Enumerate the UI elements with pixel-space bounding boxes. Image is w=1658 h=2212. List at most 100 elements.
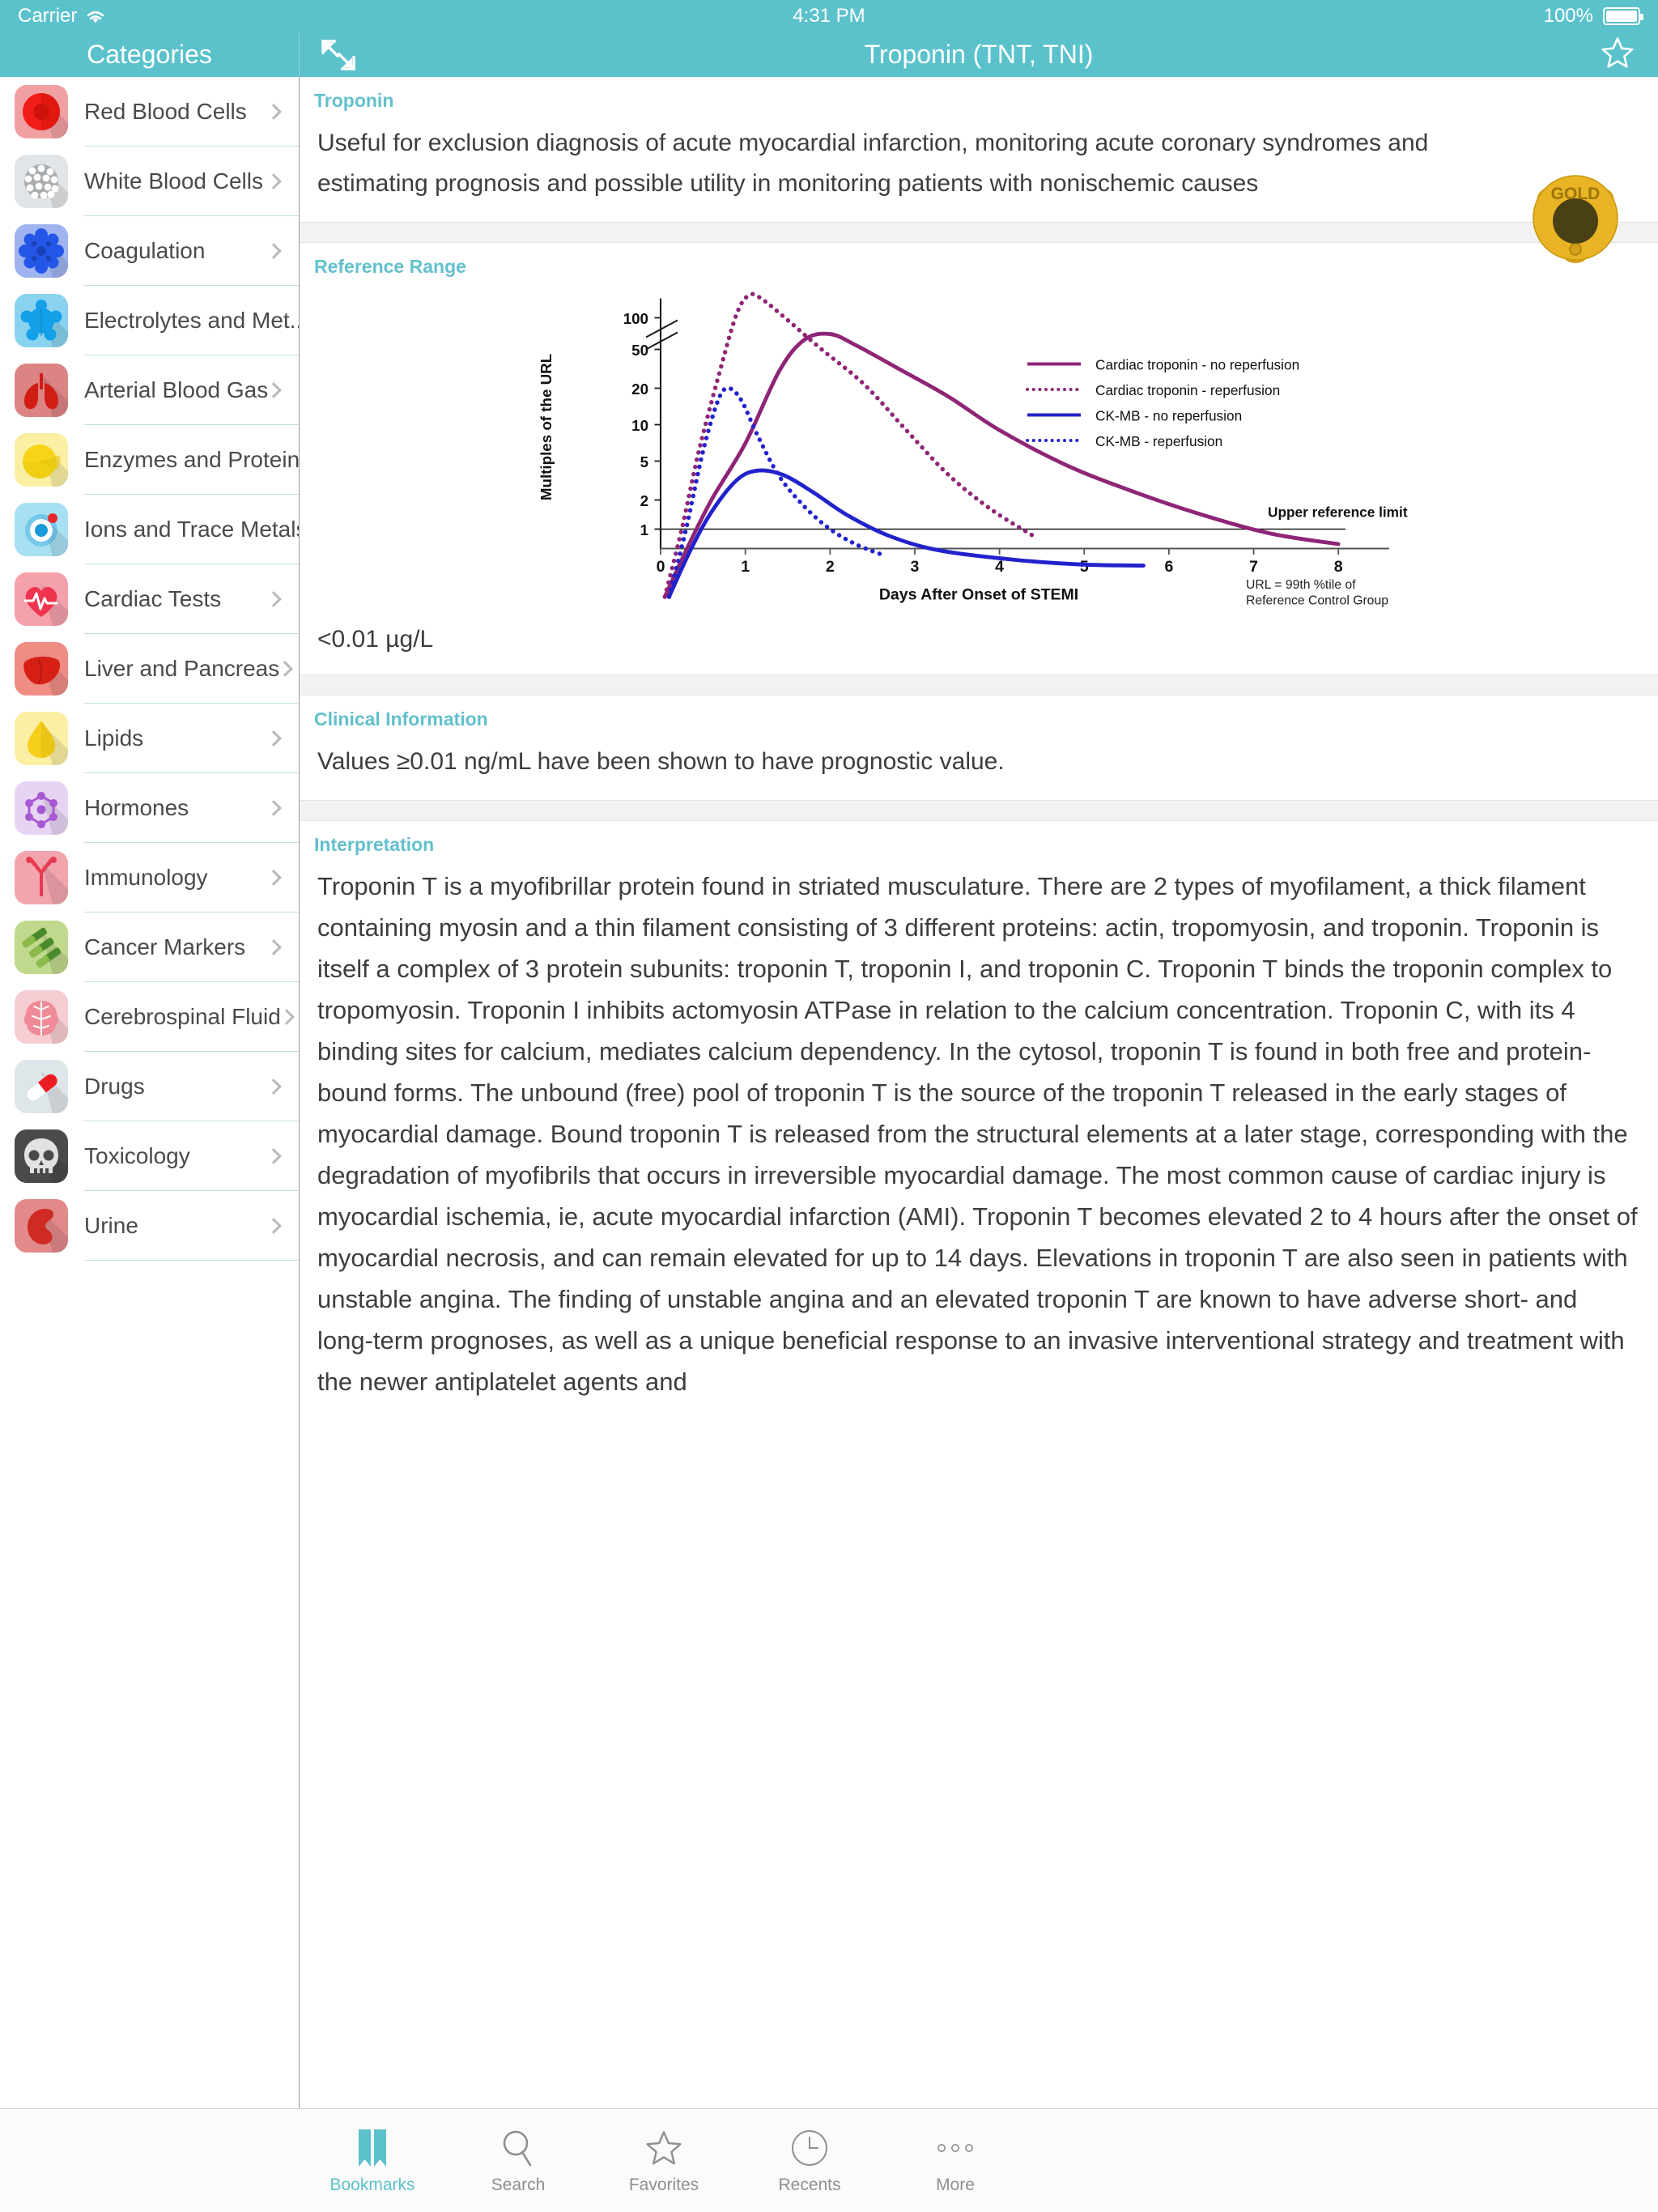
red-blood-cell-icon <box>15 85 68 138</box>
ions-icon <box>15 503 68 556</box>
sidebar-item-ions-and-trace-metals[interactable]: Ions and Trace Metals <box>0 495 299 564</box>
sidebar-item-content: Enzymes and Proteins <box>84 425 300 495</box>
sidebar-item-label: Coagulation <box>84 237 206 263</box>
hormones-icon <box>15 781 68 835</box>
sidebar-item-content: Cancer Markers <box>84 912 299 982</box>
section-clinical-information: Clinical Information Values ≥0.01 ng/mL … <box>300 696 1658 800</box>
sidebar-item-liver-and-pancreas[interactable]: Liver and Pancreas <box>0 634 299 704</box>
sidebar-item-arterial-blood-gas[interactable]: Arterial Blood Gas <box>0 355 299 425</box>
sidebar-item-label: Electrolytes and Met... <box>84 307 300 333</box>
enzymes-icon <box>15 433 68 487</box>
app-root: Carrier 4:31 PM 100% Categories Troponin… <box>0 0 1658 2212</box>
sidebar-item-content: Cerebrospinal Fluid <box>84 982 299 1052</box>
chevron-right-icon <box>266 103 282 120</box>
chevron-right-icon <box>266 938 282 955</box>
svg-text:5: 5 <box>1080 558 1089 576</box>
tab-favorites[interactable]: Favorites <box>591 2127 737 2195</box>
tab-label: Favorites <box>628 2175 699 2194</box>
sidebar-item-label: Immunology <box>84 864 208 890</box>
bookmarks-icon <box>356 2127 389 2169</box>
tab-search[interactable]: Search <box>445 2127 591 2195</box>
skull-icon <box>15 1129 68 1183</box>
sidebar-item-cardiac-tests[interactable]: Cardiac Tests <box>0 564 299 634</box>
sidebar-item-label: Cancer Markers <box>84 934 246 959</box>
section-troponin: Troponin Useful for exclusion diagnosis … <box>300 77 1658 222</box>
sidebar-item-electrolytes-and-met[interactable]: Electrolytes and Met... <box>0 286 299 355</box>
sidebar-item-content: Lipids <box>84 704 299 773</box>
sidebar-item-label: Cerebrospinal Fluid <box>84 1003 281 1029</box>
star-icon <box>644 2127 683 2169</box>
sidebar-item-coagulation[interactable]: Coagulation <box>0 216 299 286</box>
sidebar-item-label: Drugs <box>84 1073 145 1099</box>
section-body: Values ≥0.01 ng/mL have been shown to ha… <box>300 737 1658 800</box>
section-heading: Reference Range <box>314 256 466 277</box>
sidebar-item-content: Urine <box>84 1191 299 1261</box>
sidebar-item-cerebrospinal-fluid[interactable]: Cerebrospinal Fluid <box>0 982 299 1052</box>
search-icon <box>500 2127 537 2169</box>
svg-text:Cardiac troponin - no reperfus: Cardiac troponin - no reperfusion <box>1095 356 1299 372</box>
battery-full-icon <box>1603 7 1643 25</box>
sidebar-item-label: Toxicology <box>84 1142 190 1168</box>
section-heading: Interpretation <box>314 834 435 855</box>
section-divider <box>300 674 1658 696</box>
svg-text:URL = 99th %tile of: URL = 99th %tile of <box>1246 578 1356 592</box>
sidebar-item-label: Hormones <box>84 794 189 820</box>
sidebar-item-red-blood-cells[interactable]: Red Blood Cells <box>0 77 299 147</box>
gold-medal-icon: GOLD <box>1527 172 1624 263</box>
chevron-right-icon <box>266 381 283 398</box>
sidebar-item-urine[interactable]: Urine <box>0 1191 299 1261</box>
section-heading: Clinical Information <box>314 708 488 730</box>
tab-recents[interactable]: Recents <box>737 2127 882 2195</box>
svg-text:Reference Control Group: Reference Control Group <box>1246 594 1388 608</box>
white-blood-cell-icon <box>15 155 68 208</box>
chevron-right-icon <box>266 1217 282 1234</box>
chevron-right-icon <box>266 1147 282 1164</box>
star-outline-icon[interactable] <box>1600 35 1635 74</box>
sidebar-item-label: Lipids <box>84 725 144 751</box>
sidebar-item-label: Enzymes and Proteins <box>84 446 300 472</box>
chevron-right-icon <box>278 1008 295 1025</box>
chevron-right-icon <box>266 730 282 747</box>
tab-label: More <box>936 2175 975 2194</box>
kidney-icon <box>15 1199 68 1253</box>
sidebar-item-label: Urine <box>84 1212 138 1238</box>
svg-text:CK-MB - reperfusion: CK-MB - reperfusion <box>1095 433 1222 449</box>
sidebar-item-content: Toxicology <box>84 1121 299 1191</box>
page-title: Troponin (TNT, TNI) <box>864 40 1094 69</box>
sidebar-item-cancer-markers[interactable]: Cancer Markers <box>0 912 299 982</box>
sidebar-item-toxicology[interactable]: Toxicology <box>0 1121 299 1191</box>
svg-text:7: 7 <box>1249 558 1258 576</box>
heart-ecg-icon <box>15 572 68 626</box>
sidebar-item-hormones[interactable]: Hormones <box>0 773 299 843</box>
sidebar-item-lipids[interactable]: Lipids <box>0 704 299 773</box>
pill-capsule-icon <box>15 1060 68 1113</box>
section-body: Useful for exclusion diagnosis of acute … <box>300 118 1658 222</box>
svg-text:0: 0 <box>657 558 665 576</box>
sidebar-item-content: Immunology <box>84 843 299 912</box>
sidebar-item-immunology[interactable]: Immunology <box>0 843 299 912</box>
clinical-information-text: Values ≥0.01 ng/mL have been shown to ha… <box>317 748 1005 775</box>
detail-pane: GOLD Troponin Useful for exclusion diagn… <box>300 77 1658 2108</box>
sidebar-item-white-blood-cells[interactable]: White Blood Cells <box>0 147 299 216</box>
tab-bookmarks[interactable]: Bookmarks <box>300 2127 445 2195</box>
svg-text:3: 3 <box>911 558 920 576</box>
sidebar-item-drugs[interactable]: Drugs <box>0 1052 299 1121</box>
sidebar-item-enzymes-and-proteins[interactable]: Enzymes and Proteins <box>0 425 299 495</box>
chevron-right-icon <box>266 869 282 886</box>
tab-more[interactable]: More <box>882 2127 1028 2195</box>
svg-text:2: 2 <box>826 558 835 576</box>
chevron-right-icon <box>277 660 294 677</box>
section-reference-range: Reference Range 1 2 5 10 20 50 100 0 1 2 3 4 5 6 7 8 Upp… <box>300 243 1658 674</box>
svg-text:2: 2 <box>640 492 648 509</box>
expand-arrows-icon[interactable] <box>320 38 357 72</box>
sidebar-item-content: Coagulation <box>84 216 299 286</box>
svg-text:Days After Onset of STEMI: Days After Onset of STEMI <box>879 586 1078 604</box>
sidebar-item-label: Ions and Trace Metals <box>84 516 300 542</box>
categories-sidebar[interactable]: Red Blood Cells White Blood Cells Coagul… <box>0 77 300 2108</box>
svg-text:10: 10 <box>631 417 648 434</box>
reference-range-value: <0.01 µg/L <box>317 626 434 653</box>
chevron-right-icon <box>266 1078 282 1095</box>
ellipsis-icon <box>933 2127 978 2169</box>
sidebar-item-label: Red Blood Cells <box>84 98 247 124</box>
sidebar-item-label: Liver and Pancreas <box>84 655 280 681</box>
